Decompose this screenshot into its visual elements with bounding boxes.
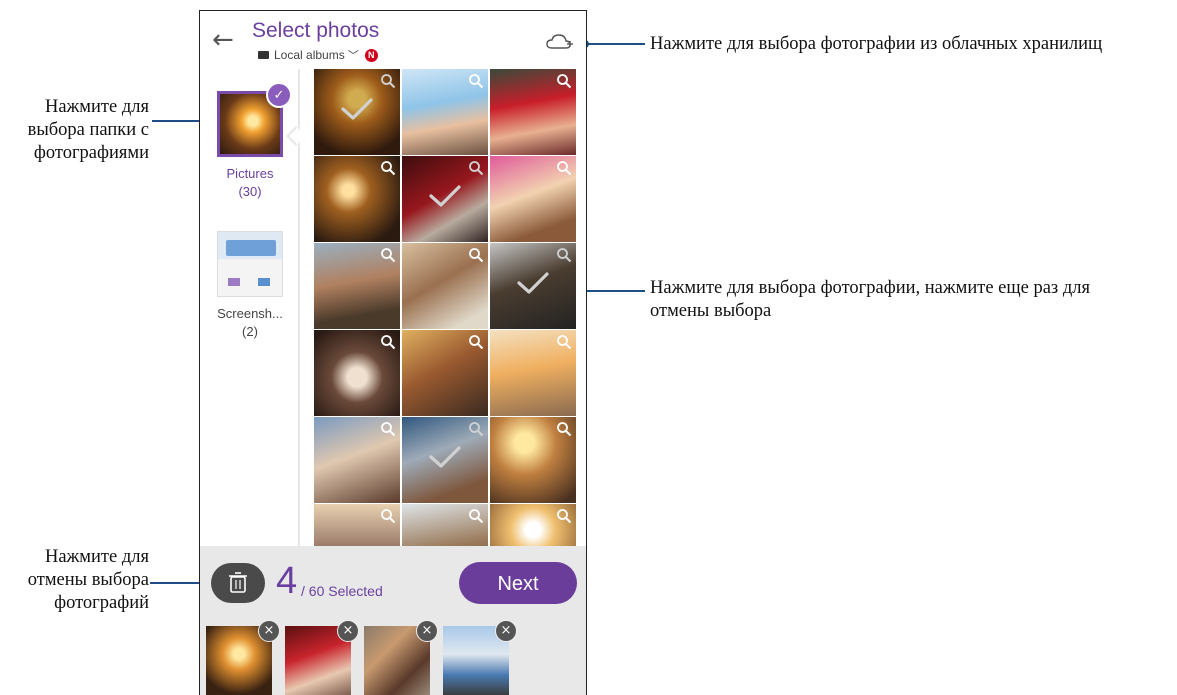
album-screenshots[interactable]: Screensh... (2) bbox=[210, 231, 290, 340]
folder-icon bbox=[258, 51, 269, 59]
album-count: (30) bbox=[238, 183, 262, 199]
photo-thumbnail[interactable] bbox=[314, 504, 400, 546]
remove-selection-icon[interactable]: × bbox=[416, 620, 438, 642]
album-list: ✓ Pictures (30) Screensh... (2) bbox=[200, 71, 300, 546]
selection-bar: 4 / 60 Selected Next × × × × bbox=[200, 546, 586, 695]
photo-annotation-line-1: Нажмите для выбора фотографии, нажмите е… bbox=[650, 278, 1091, 298]
screenshot-icon-shape bbox=[258, 278, 270, 286]
photo-grid bbox=[314, 69, 576, 546]
folder-annotation-line-1: Нажмите для bbox=[44, 97, 149, 117]
photo-thumbnail[interactable] bbox=[314, 243, 400, 329]
selected-thumbnail[interactable]: × bbox=[364, 620, 438, 695]
zoom-icon[interactable] bbox=[556, 421, 572, 437]
zoom-icon[interactable] bbox=[380, 73, 396, 89]
album-count: (2) bbox=[242, 323, 258, 339]
zoom-icon[interactable] bbox=[380, 508, 396, 524]
zoom-icon[interactable] bbox=[468, 334, 484, 350]
back-arrow-icon[interactable]: ← bbox=[212, 25, 234, 55]
selected-thumbnail[interactable]: × bbox=[285, 620, 359, 695]
folder-annotation-line-3: фотографиями bbox=[33, 143, 149, 164]
photo-thumbnail[interactable] bbox=[314, 156, 400, 242]
photo-thumbnail[interactable] bbox=[402, 243, 488, 329]
screenshot-banner bbox=[226, 240, 276, 256]
photo-thumbnail[interactable] bbox=[490, 504, 576, 546]
album-pictures[interactable]: ✓ Pictures (30) bbox=[210, 82, 292, 200]
photo-thumbnail[interactable] bbox=[490, 330, 576, 416]
selected-count: 4 bbox=[276, 560, 298, 602]
photo-thumbnail[interactable] bbox=[402, 156, 488, 242]
chevron-down-icon: ﹀ bbox=[347, 50, 359, 62]
photo-thumbnail[interactable] bbox=[314, 69, 400, 155]
zoom-icon[interactable] bbox=[380, 247, 396, 263]
album-name: Screensh... bbox=[217, 306, 283, 321]
zoom-icon[interactable] bbox=[468, 421, 484, 437]
selected-check-icon bbox=[429, 446, 461, 468]
screenshot-icon-shape bbox=[228, 278, 240, 286]
selected-total-label: / 60 Selected bbox=[301, 583, 383, 599]
album-selected-check-icon: ✓ bbox=[266, 82, 292, 108]
header: ← Select photos Local albums ﹀ N bbox=[200, 11, 586, 69]
photo-thumbnail[interactable] bbox=[314, 330, 400, 416]
deselect-annotation-line-3: фотографий bbox=[54, 593, 149, 614]
album-thumbnail: ✓ bbox=[217, 82, 292, 157]
remove-selection-icon[interactable]: × bbox=[258, 620, 280, 642]
cloud-add-icon[interactable] bbox=[546, 33, 574, 51]
deselect-annotation: Нажмите для отмены выбора фотографий bbox=[0, 546, 149, 615]
album-thumbnail bbox=[217, 231, 283, 297]
cloud-annotation: Нажмите для выбора фотографии из облачны… bbox=[650, 34, 1103, 54]
photo-annotation-line-2: отмены выбора bbox=[650, 301, 772, 322]
photo-thumbnail[interactable] bbox=[490, 243, 576, 329]
photo-thumbnail[interactable] bbox=[402, 69, 488, 155]
album-name: Pictures bbox=[226, 166, 274, 181]
zoom-icon[interactable] bbox=[380, 334, 396, 350]
zoom-icon[interactable] bbox=[556, 160, 572, 176]
photo-thumbnail[interactable] bbox=[402, 330, 488, 416]
phone-screen: ← Select photos Local albums ﹀ N ✓ Pictu… bbox=[199, 10, 587, 695]
selected-check-icon bbox=[429, 185, 461, 207]
next-button[interactable]: Next bbox=[459, 562, 577, 604]
folder-annotation-line-2: выбора папки с bbox=[27, 120, 149, 141]
photo-thumbnail[interactable] bbox=[402, 504, 488, 546]
cloud-annotation-line bbox=[585, 43, 645, 45]
deselect-annotation-line-1: Нажмите для bbox=[44, 547, 149, 567]
zoom-icon[interactable] bbox=[380, 160, 396, 176]
remove-selection-icon[interactable]: × bbox=[495, 620, 517, 642]
zoom-icon[interactable] bbox=[556, 73, 572, 89]
selected-thumbnail[interactable]: × bbox=[206, 620, 280, 695]
album-label: Screensh... (2) bbox=[210, 305, 290, 340]
page-title: Select photos bbox=[252, 19, 380, 42]
deselect-annotation-line-2: отмены выбора bbox=[27, 570, 149, 591]
trash-icon bbox=[229, 572, 247, 593]
zoom-icon[interactable] bbox=[468, 247, 484, 263]
zoom-icon[interactable] bbox=[380, 421, 396, 437]
selected-thumbnail[interactable]: × bbox=[443, 620, 517, 695]
selected-check-icon bbox=[517, 272, 549, 294]
album-source-label: Local albums bbox=[274, 48, 345, 62]
new-badge: N bbox=[364, 48, 378, 62]
photo-thumbnail[interactable] bbox=[314, 417, 400, 503]
zoom-icon[interactable] bbox=[556, 508, 572, 524]
photo-annotation-line bbox=[582, 290, 645, 292]
zoom-icon[interactable] bbox=[556, 334, 572, 350]
zoom-icon[interactable] bbox=[556, 247, 572, 263]
selected-check-icon bbox=[341, 98, 373, 120]
zoom-icon[interactable] bbox=[468, 508, 484, 524]
photo-thumbnail[interactable] bbox=[490, 69, 576, 155]
album-label: Pictures (30) bbox=[210, 165, 290, 200]
folder-annotation: Нажмите для выбора папки с фотографиями bbox=[0, 96, 149, 165]
photo-thumbnail[interactable] bbox=[402, 417, 488, 503]
remove-selection-icon[interactable]: × bbox=[337, 620, 359, 642]
album-source-dropdown[interactable]: Local albums ﹀ N bbox=[258, 47, 378, 63]
zoom-icon[interactable] bbox=[468, 160, 484, 176]
photo-thumbnail[interactable] bbox=[490, 156, 576, 242]
photo-annotation: Нажмите для выбора фотографии, нажмите е… bbox=[650, 277, 1090, 323]
zoom-icon[interactable] bbox=[468, 73, 484, 89]
photo-thumbnail[interactable] bbox=[490, 417, 576, 503]
clear-selection-button[interactable] bbox=[211, 563, 265, 603]
